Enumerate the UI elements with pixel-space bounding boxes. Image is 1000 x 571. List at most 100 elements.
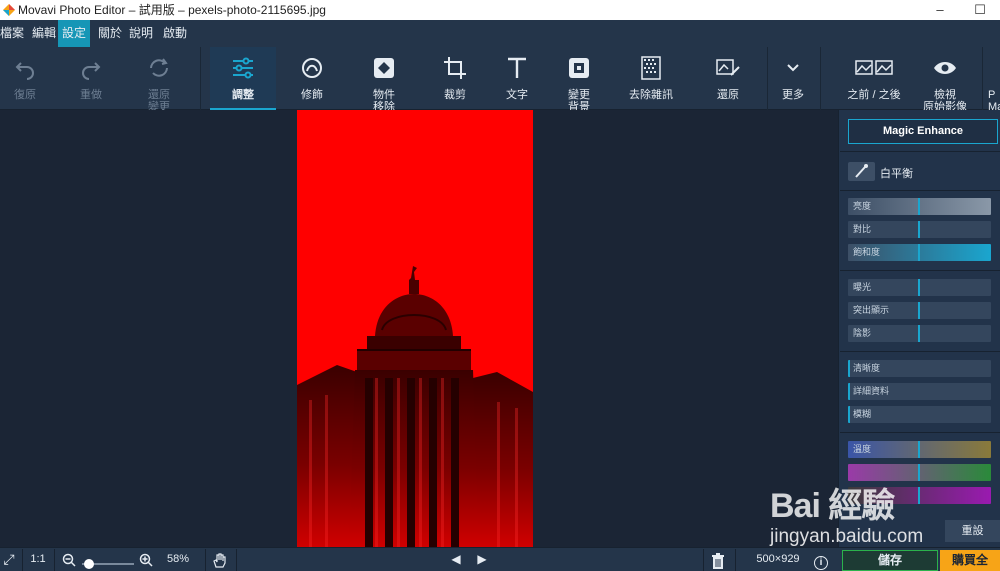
next-image-button[interactable]: ▶ <box>474 547 490 571</box>
object-removal-tool-tab[interactable]: 物件 移除 <box>354 47 414 113</box>
hand-pan-icon[interactable] <box>212 552 228 569</box>
menu-help[interactable]: 說明 <box>125 20 157 47</box>
exposure-slider[interactable]: 曝光 <box>848 279 991 296</box>
zoom-in-icon[interactable] <box>139 553 153 567</box>
panel-divider <box>840 432 1000 433</box>
revert-icon <box>150 58 168 77</box>
retouch-tool-tab[interactable]: 修飾 <box>282 47 342 110</box>
trash-icon[interactable] <box>711 553 725 569</box>
denoise-tool-tab[interactable]: 去除雜訊 <box>616 47 686 110</box>
revert-label-line1: 還原 <box>148 89 170 101</box>
menu-bar: 檔案 編輯 設定 關於 說明 啟動 <box>0 20 1000 47</box>
toolbar-divider <box>767 47 768 110</box>
restore-tool-tab[interactable]: 還原 <box>696 47 760 110</box>
text-icon <box>508 57 526 78</box>
change-background-icon <box>569 58 589 78</box>
toolbar-divider <box>200 47 201 110</box>
contrast-slider[interactable]: 對比 <box>848 221 991 238</box>
menu-about[interactable]: 關於 <box>94 20 126 47</box>
retouch-icon <box>302 58 322 78</box>
maximize-button[interactable]: ☐ <box>960 0 1000 20</box>
slider-handle[interactable] <box>848 360 850 377</box>
highlights-slider[interactable]: 突出顯示 <box>848 302 991 319</box>
menu-settings[interactable]: 設定 <box>58 20 90 47</box>
more-button[interactable]: 更多 <box>770 47 816 110</box>
crop-tool-tab[interactable]: 裁剪 <box>426 47 484 110</box>
menu-activate[interactable]: 啟動 <box>159 20 191 47</box>
white-balance-picker-button[interactable] <box>848 162 875 181</box>
adjust-label: 調整 <box>232 89 254 101</box>
eyedropper-icon <box>855 164 868 178</box>
blur-slider[interactable]: 模糊 <box>848 406 991 423</box>
statusbar-divider <box>205 549 206 571</box>
partial-tool-button[interactable]: PMa <box>984 47 1000 110</box>
temperature-label: 溫度 <box>853 444 872 454</box>
highlights-label: 突出顯示 <box>853 305 890 315</box>
statusbar-divider <box>703 549 704 571</box>
detail-slider[interactable]: 詳細資料 <box>848 383 991 400</box>
retouch-label: 修飾 <box>301 89 323 101</box>
crop-icon <box>444 57 466 79</box>
buy-button[interactable]: 購買全 <box>940 550 1000 571</box>
contrast-label: 對比 <box>853 224 872 234</box>
title-bar: Movavi Photo Editor – 試用版 – pexels-photo… <box>0 0 1000 20</box>
crop-label: 裁剪 <box>444 89 466 101</box>
redo-button[interactable]: 重做 <box>66 47 116 110</box>
before-after-button[interactable]: 之前 / 之後 <box>840 47 908 110</box>
view-original-button[interactable]: 檢視 原始影像 <box>912 47 978 113</box>
blur-label: 模糊 <box>853 409 872 419</box>
slider-handle[interactable] <box>848 383 850 400</box>
chevron-down-icon <box>787 64 799 72</box>
magic-enhance-button[interactable]: Magic Enhance <box>848 119 998 144</box>
clarity-slider[interactable]: 清晰度 <box>848 360 991 377</box>
brightness-slider[interactable]: 亮度 <box>848 198 991 215</box>
statusbar-divider <box>735 549 736 571</box>
text-tool-tab[interactable]: 文字 <box>488 47 546 110</box>
slider-handle[interactable] <box>918 279 920 296</box>
shadows-label: 陰影 <box>853 328 872 338</box>
panel-divider <box>840 351 1000 352</box>
zoom-level: 58% <box>166 553 190 565</box>
toolbar-divider <box>982 47 983 110</box>
change-background-tool-tab[interactable]: 變更 背景 <box>550 47 608 113</box>
slider-handle[interactable] <box>918 302 920 319</box>
previous-image-button[interactable]: ◀ <box>448 547 464 571</box>
baidu-watermark: Bai 經驗 jingyan.baidu.com <box>770 478 1000 553</box>
menu-edit[interactable]: 編輯 <box>28 20 60 47</box>
zoom-slider-handle[interactable] <box>84 559 94 569</box>
text-label: 文字 <box>506 89 528 101</box>
zoom-out-icon[interactable] <box>62 553 76 567</box>
saturation-slider[interactable]: 飽和度 <box>848 244 991 261</box>
app-logo-icon <box>3 4 15 16</box>
slider-handle[interactable] <box>918 441 920 458</box>
watermark-line2: jingyan.baidu.com <box>770 526 924 547</box>
shadows-slider[interactable]: 陰影 <box>848 325 991 342</box>
temperature-slider[interactable]: 溫度 <box>848 441 991 458</box>
minimize-button[interactable]: – <box>920 0 960 20</box>
saturation-label: 飽和度 <box>853 247 881 257</box>
slider-handle[interactable] <box>848 406 850 423</box>
denoise-label: 去除雜訊 <box>629 89 673 101</box>
slider-handle[interactable] <box>918 221 920 238</box>
window-title: Movavi Photo Editor – 試用版 – pexels-photo… <box>18 3 326 17</box>
revert-changes-button[interactable]: 還原 變更 <box>134 47 184 113</box>
slider-handle[interactable] <box>918 198 920 215</box>
menu-file[interactable]: 檔案 <box>0 20 28 47</box>
partial-line1: P <box>988 89 996 101</box>
magic-restore-icon <box>716 59 740 76</box>
object-removal-line1: 物件 <box>373 89 395 101</box>
undo-button[interactable]: 復原 <box>0 47 50 110</box>
undo-icon <box>15 62 34 80</box>
fit-screen-button[interactable]: ⤢ <box>0 547 18 571</box>
slider-handle[interactable] <box>918 244 920 261</box>
watermark-line1: Bai 經驗 <box>770 487 895 525</box>
adjust-tool-tab[interactable]: 調整 <box>210 47 276 110</box>
toolbar: 復原 重做 還原 變更 調整 修飾 物件 移除 裁剪 文字 變更 背景 去除雜訊 還原 <box>0 47 1000 113</box>
detail-label: 詳細資料 <box>853 386 890 396</box>
actual-size-button[interactable]: 1:1 <box>26 547 50 571</box>
noise-icon <box>641 56 661 80</box>
info-icon[interactable]: i <box>814 556 828 570</box>
change-background-line1: 變更 <box>568 89 590 101</box>
slider-handle[interactable] <box>918 325 920 342</box>
save-button[interactable]: 儲存 <box>842 550 938 571</box>
